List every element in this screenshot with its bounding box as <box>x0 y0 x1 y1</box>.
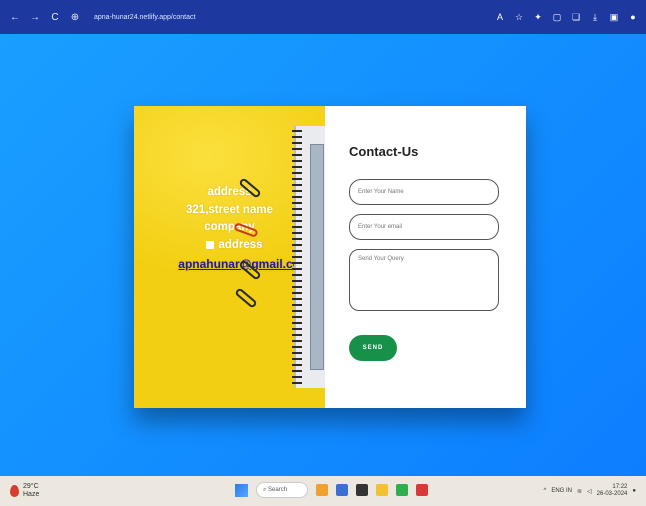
download-icon[interactable]: ⤓ <box>590 12 600 23</box>
volume-icon[interactable]: ◁ <box>587 488 592 495</box>
split-screen-icon[interactable]: ▢ <box>552 12 562 23</box>
clock-time: 17:22 <box>612 484 628 490</box>
taskbar-center: ⌕ Search <box>235 482 428 498</box>
extensions-icon[interactable]: ✦ <box>533 12 543 23</box>
language-indicator[interactable]: ENG IN <box>551 488 572 494</box>
app-icon[interactable] <box>316 484 328 496</box>
weather-widget[interactable]: 29°C Haze <box>10 483 39 499</box>
email-input[interactable]: Enter Your email <box>349 214 499 240</box>
notebook-page <box>310 144 324 370</box>
spiral-notebook-image <box>292 126 325 388</box>
app-icon[interactable] <box>356 484 368 496</box>
address-line-2: address <box>218 238 263 251</box>
windows-taskbar: 29°C Haze ⌕ Search ^ ENG IN ≋ ◁ 17:22 26… <box>0 476 646 506</box>
reload-button[interactable]: C <box>48 10 62 24</box>
weather-icon <box>10 485 19 497</box>
address-icon <box>206 241 215 250</box>
browser-actions: A ☆ ✦ ▢ ❏ ⤓ ▣ ● <box>495 12 638 23</box>
site-info-icon[interactable]: ⊕ <box>68 10 82 24</box>
temperature: 29°C <box>23 483 39 490</box>
notification-icon[interactable]: ● <box>632 488 636 494</box>
send-button[interactable]: SEND <box>349 335 397 361</box>
search-label: Search <box>268 487 288 493</box>
forward-button[interactable]: → <box>28 10 42 24</box>
taskbar-search[interactable]: ⌕ Search <box>256 482 308 498</box>
app-icon[interactable] <box>336 484 348 496</box>
paperclip-icon <box>234 287 258 309</box>
folder-icon[interactable] <box>376 484 388 496</box>
address-bar[interactable]: apna-hunar24.netlify.app/contact <box>94 14 195 21</box>
clock-date: 26-03-2024 <box>596 491 628 497</box>
back-button[interactable]: ← <box>8 10 22 24</box>
read-aloud-icon[interactable]: A <box>495 12 505 22</box>
contact-info-panel: address 321,street name company address … <box>134 106 325 408</box>
browser-icon[interactable] <box>396 484 408 496</box>
browser-toolbar: ← → C ⊕ apna-hunar24.netlify.app/contact… <box>0 0 646 34</box>
chevron-up-icon[interactable]: ^ <box>544 488 547 494</box>
collections-icon[interactable]: ❏ <box>571 12 581 23</box>
contact-form-panel: Contact-Us Enter Your Name Enter Your em… <box>325 106 526 408</box>
app-icon[interactable] <box>416 484 428 496</box>
wifi-icon[interactable]: ≋ <box>577 488 582 495</box>
message-textarea[interactable]: Send Your Query <box>349 249 499 311</box>
favorite-icon[interactable]: ☆ <box>514 12 524 23</box>
system-tray: ^ ENG IN ≋ ◁ 17:22 26-03-2024 ● <box>544 484 636 498</box>
start-button[interactable] <box>235 483 248 497</box>
profile-icon[interactable]: ● <box>628 12 638 22</box>
wallet-icon[interactable]: ▣ <box>609 12 619 23</box>
name-input[interactable]: Enter Your Name <box>349 179 499 205</box>
form-title: Contact-Us <box>349 144 419 159</box>
notebook-spiral <box>292 130 302 384</box>
contact-card: address 321,street name company address … <box>134 106 526 408</box>
weather-condition: Haze <box>23 491 40 498</box>
